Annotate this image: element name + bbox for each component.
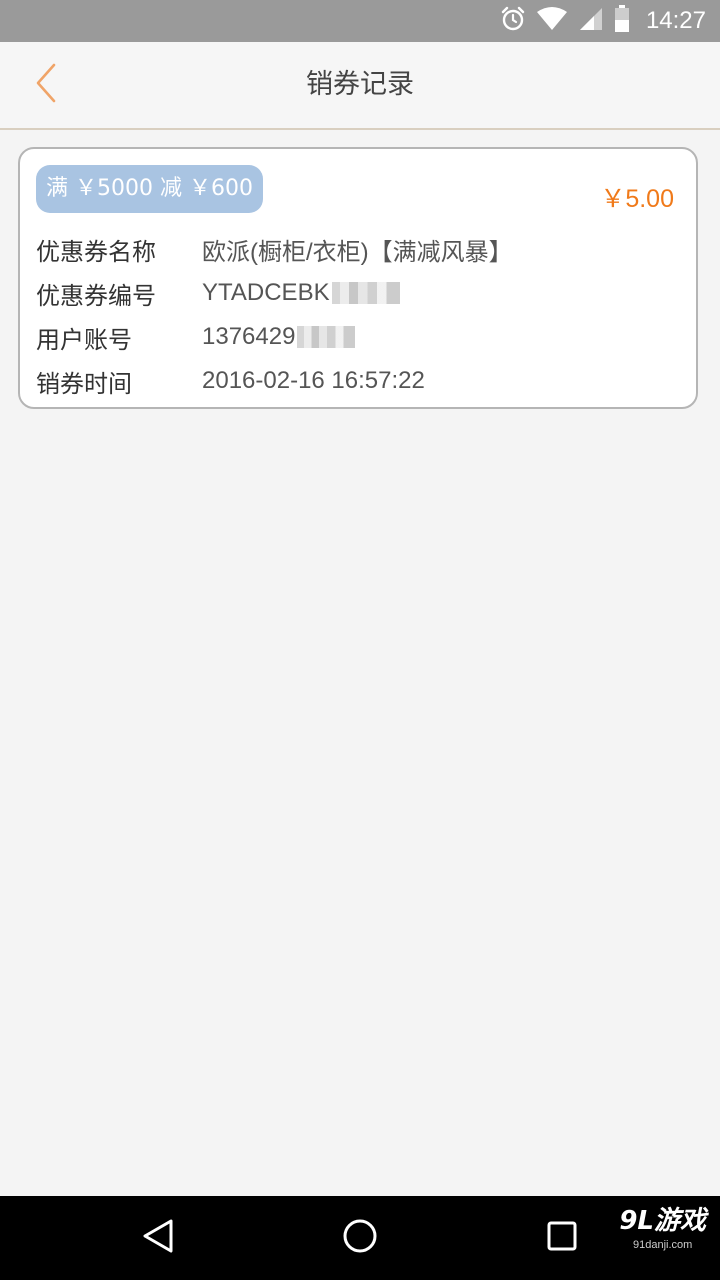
nav-home-icon [342, 1218, 378, 1258]
coupon-name-label: 优惠券名称 [36, 237, 156, 266]
signal-icon [578, 6, 604, 36]
redeem-time-label: 销券时间 [36, 369, 132, 398]
nav-recents-icon [546, 1220, 578, 1256]
nav-home-button[interactable] [338, 1216, 382, 1260]
status-icons: 14:27 [500, 0, 706, 42]
redacted-mosaic [331, 282, 400, 304]
coupon-number-row: 优惠券编号 YTADCEBK [36, 273, 400, 313]
nav-back-icon [141, 1218, 175, 1258]
coupon-amount: ￥5.00 [600, 185, 674, 213]
wifi-icon [536, 6, 568, 36]
coupon-name-value: 欧派(橱柜/衣柜)【满减风暴】 [202, 238, 513, 266]
coupon-number-value: YTADCEBK [202, 279, 330, 306]
coupon-condition-badge: 满 ￥5000 减 ￥600 [36, 165, 263, 213]
coupon-record-card[interactable]: 满 ￥5000 减 ￥600 ￥5.00 优惠券名称 欧派(橱柜/衣柜)【满减风… [18, 147, 698, 409]
alarm-icon [500, 6, 526, 36]
header: 销券记录 [0, 42, 720, 130]
navigation-bar: 9L游戏 91danji.com [0, 1196, 720, 1280]
watermark: 9L游戏 91danji.com [619, 1204, 706, 1252]
user-account-label: 用户账号 [36, 325, 132, 354]
watermark-site: 91danji.com [633, 1239, 693, 1251]
redacted-mosaic [297, 326, 356, 348]
nav-recents-button[interactable] [540, 1216, 584, 1260]
status-bar: 14:27 [0, 0, 720, 42]
user-account-value: 1376429 [202, 323, 296, 350]
watermark-brand: 9L游戏 [619, 1206, 706, 1236]
redeem-time-row: 销券时间 2016-02-16 16:57:22 [36, 361, 425, 401]
nav-back-button[interactable] [136, 1216, 180, 1260]
page-title: 销券记录 [306, 69, 414, 100]
status-time: 14:27 [645, 7, 706, 34]
battery-icon [614, 5, 630, 37]
coupon-name-row: 优惠券名称 欧派(橱柜/衣柜)【满减风暴】 [36, 229, 513, 269]
redeem-time-value: 2016-02-16 16:57:22 [202, 367, 425, 394]
screen: 14:27 销券记录 满 ￥5000 减 ￥600 ￥5.00 优惠券名称 欧派… [0, 0, 720, 1280]
user-account-row: 用户账号 1376429 [36, 317, 356, 357]
coupon-number-label: 优惠券编号 [36, 281, 156, 310]
